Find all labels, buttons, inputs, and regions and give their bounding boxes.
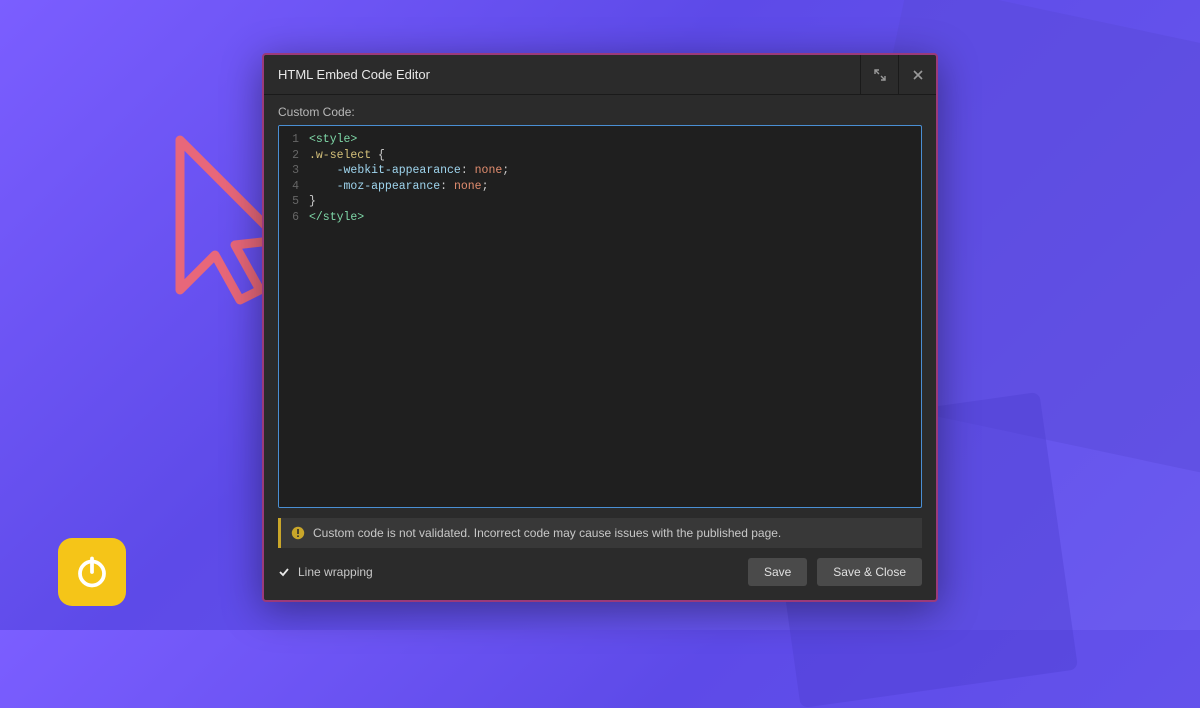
section-label: Custom Code: (264, 95, 936, 125)
power-icon (74, 554, 110, 590)
save-button[interactable]: Save (748, 558, 807, 586)
close-icon (912, 69, 924, 81)
expand-icon (874, 69, 886, 81)
close-button[interactable] (898, 55, 936, 95)
modal-header: HTML Embed Code Editor (264, 55, 936, 95)
check-icon (278, 566, 290, 578)
code-content[interactable]: <style>.w-select { -webkit-appearance: n… (305, 126, 921, 507)
warning-icon (291, 526, 305, 540)
warning-text: Custom code is not validated. Incorrect … (313, 526, 781, 540)
code-editor[interactable]: 123456 <style>.w-select { -webkit-appear… (278, 125, 922, 508)
line-wrapping-checkbox[interactable]: Line wrapping (278, 565, 373, 579)
warning-bar: Custom code is not validated. Incorrect … (278, 518, 922, 548)
power-logo (58, 538, 126, 606)
code-editor-modal: HTML Embed Code Editor Custom Code: 1234… (262, 53, 938, 602)
save-close-button[interactable]: Save & Close (817, 558, 922, 586)
modal-footer: Line wrapping Save Save & Close (264, 548, 936, 600)
modal-title: HTML Embed Code Editor (264, 67, 860, 82)
line-gutter: 123456 (279, 126, 305, 507)
line-wrapping-label: Line wrapping (298, 565, 373, 579)
expand-button[interactable] (860, 55, 898, 95)
